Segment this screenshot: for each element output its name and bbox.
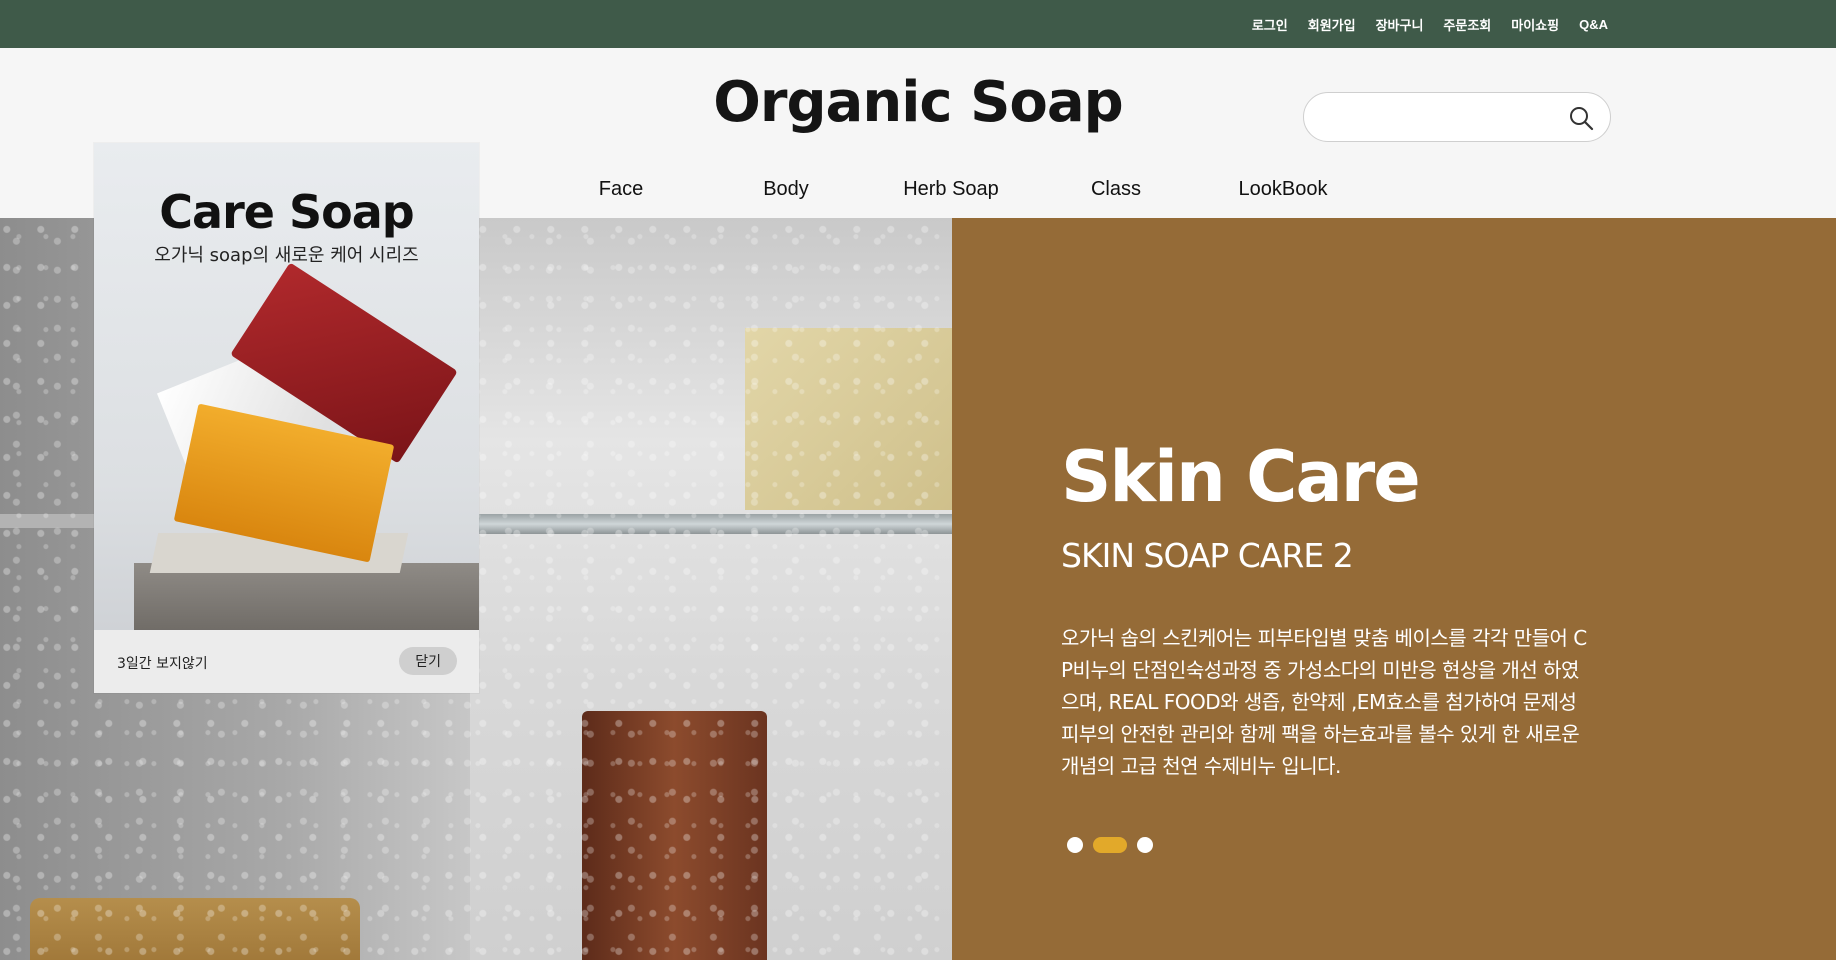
nav-item-body[interactable]: Body <box>763 178 809 201</box>
signup-link[interactable]: 회원가입 <box>1308 15 1356 34</box>
nav-item-class[interactable]: Class <box>1091 178 1141 201</box>
hero-panel: Skin Care SKIN SOAP CARE 2 오가닉 솝의 스킨케어는 … <box>952 218 1836 960</box>
popup-dismiss-3days[interactable]: 3일간 보지않기 <box>117 653 208 673</box>
slider-dot-2-active[interactable] <box>1093 837 1127 853</box>
utility-links: 로그인 회원가입 장바구니 주문조회 마이쇼핑 Q&A <box>1252 0 1608 48</box>
nav-item-herb-soap[interactable]: Herb Soap <box>903 178 999 201</box>
hero-title: Skin Care <box>1061 436 1421 518</box>
search-input[interactable] <box>1322 103 1556 133</box>
utility-bar: 로그인 회원가입 장바구니 주문조회 마이쇼핑 Q&A <box>0 0 1836 48</box>
my-shopping-link[interactable]: 마이쇼핑 <box>1511 15 1559 34</box>
popup-image: Care Soap 오가닉 soap의 새로운 케어 시리즈 <box>94 143 479 630</box>
hero-description: 오가닉 솝의 스킨케어는 피부타입별 맞춤 베이스를 각각 만들어 CP비누의 … <box>1061 626 1587 778</box>
order-lookup-link[interactable]: 주문조회 <box>1443 15 1491 34</box>
login-link[interactable]: 로그인 <box>1252 15 1288 34</box>
popup-subtitle: 오가닉 soap의 새로운 케어 시리즈 <box>154 245 419 266</box>
cart-link[interactable]: 장바구니 <box>1376 15 1424 34</box>
hero-subtitle: SKIN SOAP CARE 2 <box>1061 536 1354 575</box>
search-icon[interactable] <box>1568 105 1594 131</box>
nav-item-lookbook[interactable]: LookBook <box>1239 178 1328 201</box>
slider-dot-1[interactable] <box>1067 837 1083 853</box>
qna-link[interactable]: Q&A <box>1579 17 1608 32</box>
promo-popup: Care Soap 오가닉 soap의 새로운 케어 시리즈 3일간 보지않기 … <box>94 143 479 693</box>
popup-footer: 3일간 보지않기 닫기 <box>94 630 479 693</box>
search-box <box>1303 92 1611 142</box>
slider-pagination <box>1067 836 1153 854</box>
nav-item-face[interactable]: Face <box>599 178 643 201</box>
popup-title: Care Soap <box>159 185 414 239</box>
popup-close-button[interactable]: 닫기 <box>399 647 457 675</box>
slider-dot-3[interactable] <box>1137 837 1153 853</box>
popup-concrete-block <box>134 563 479 630</box>
